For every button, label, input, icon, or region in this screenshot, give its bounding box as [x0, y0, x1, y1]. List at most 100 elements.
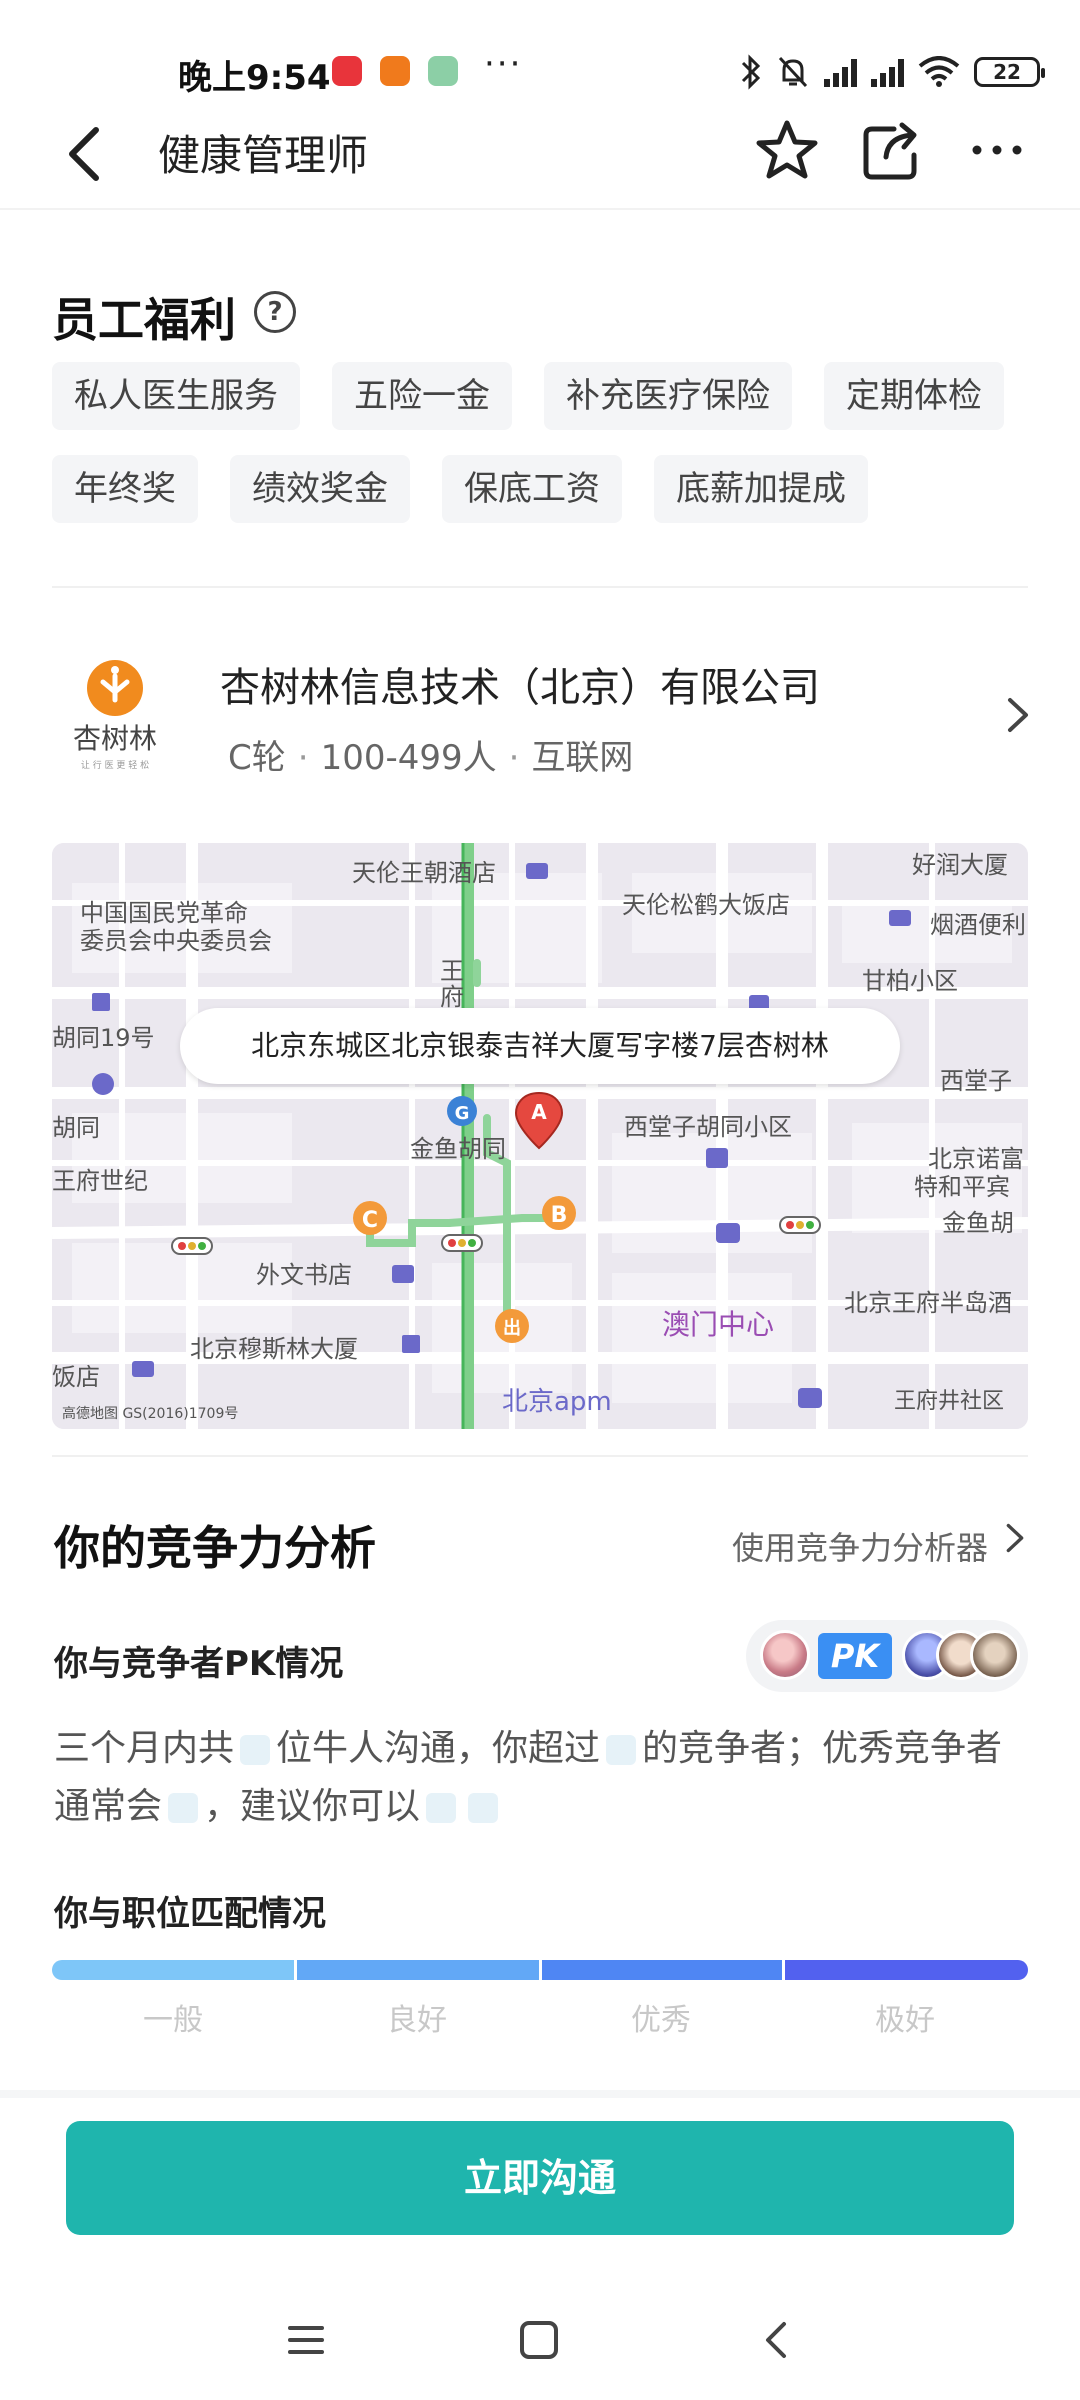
map-label: 外文书店 [256, 1261, 352, 1289]
back-arrow-icon[interactable] [56, 118, 116, 190]
status-time: 晚上9:54 [178, 58, 331, 98]
benefit-tags: 私人医生服务 五险一金 补充医疗保险 定期体检 年终奖 绩效奖金 保底工资 底薪… [52, 362, 1042, 523]
benefit-tag: 补充医疗保险 [544, 362, 792, 430]
summary-text: ，建议你可以 [204, 1786, 421, 1827]
benefit-tag: 保底工资 [442, 455, 622, 523]
map-label: 金鱼胡同 [410, 1135, 506, 1163]
map-label: 澳门中心 [662, 1308, 775, 1341]
match-level-label: 良好 [387, 2003, 447, 2038]
map-label: 王府井社区 [894, 1389, 1005, 1414]
avatar [970, 1630, 1020, 1680]
svg-text:A: A [531, 1100, 547, 1124]
page-title: 健康管理师 [158, 131, 369, 180]
more-options-icon[interactable] [962, 115, 1032, 185]
hidden-value [168, 1793, 199, 1823]
match-bar-segment [297, 1960, 539, 1980]
menu-icon[interactable] [276, 2310, 336, 2370]
company-funding: C轮 [228, 738, 286, 778]
map-label: 府 [440, 983, 464, 1011]
benefit-tag: 定期体检 [824, 362, 1004, 430]
map-label: 西堂子胡同小区 [624, 1113, 792, 1141]
map-label: 胡同19号 [52, 1024, 155, 1052]
svg-text:G: G [455, 1103, 470, 1124]
help-icon[interactable]: ? [254, 291, 296, 333]
map-label: 胡同 [52, 1114, 100, 1142]
map-label: 烟酒便利 [930, 911, 1026, 939]
chevron-right-icon [1008, 698, 1028, 732]
map-address-callout: 北京东城区北京银泰吉祥大厦写字楼7层杏树林 [180, 1008, 900, 1084]
avatar [760, 1630, 810, 1680]
divider [52, 1455, 1028, 1457]
map-label: 北京王府半岛酒 [844, 1289, 1012, 1317]
map-label: 北京穆斯林大厦 [190, 1335, 358, 1363]
competition-summary: 三个月内共 位牛人沟通，你超过 的竞争者；优秀竞争者 通常会 ，建议你可以 [54, 1720, 1034, 1836]
signal-1-icon [824, 57, 857, 87]
benefit-tag: 绩效奖金 [230, 455, 410, 523]
map-label: 北京apm [502, 1387, 612, 1417]
benefits-title: 员工福利 [52, 293, 236, 347]
benefit-tag: 底薪加提成 [654, 455, 868, 523]
system-back-icon[interactable] [746, 2310, 806, 2370]
svg-text:C: C [362, 1208, 378, 1233]
map-label: 好润大厦 [912, 851, 1008, 879]
bluetooth-icon [741, 54, 761, 90]
map-label: 王府世纪 [52, 1167, 148, 1195]
pk-title: 你与竞争者PK情况 [54, 1644, 344, 1684]
svg-text:出: 出 [503, 1317, 521, 1339]
summary-text: 通常会 [54, 1786, 163, 1827]
svg-text:B: B [551, 1203, 568, 1228]
company-size: 100-499人 [320, 738, 497, 778]
match-title: 你与职位匹配情况 [54, 1894, 326, 1934]
status-icons: 22 [740, 52, 1045, 92]
location-map[interactable]: C B 出 G A 天伦王朝酒店 好润大厦 中国国民党革命 委员会中央委员会 天… [52, 843, 1028, 1429]
company-name: 杏树林信息技术（北京）有限公司 [220, 665, 820, 711]
share-icon[interactable] [856, 115, 926, 185]
hidden-value [426, 1793, 457, 1823]
hidden-value [240, 1735, 271, 1765]
match-level-label: 一般 [143, 2003, 203, 2038]
map-label: 特和平宾 [914, 1173, 1010, 1201]
competition-analyzer-link[interactable]: 使用竞争力分析器 [732, 1523, 988, 1569]
signal-2-icon [871, 57, 904, 87]
apricot-tree-logo-icon: 杏树林 让 行 医 更 轻 松 [73, 660, 157, 771]
battery-icon: 22 [974, 57, 1045, 87]
star-icon[interactable] [752, 115, 822, 185]
mi-app-icon [380, 56, 410, 86]
map-label: 天伦松鹤大饭店 [622, 891, 790, 919]
company-industry: 互联网 [531, 738, 634, 778]
divider [52, 586, 1028, 588]
benefit-tag: 私人医生服务 [52, 362, 300, 430]
map-label: 饭店 [52, 1363, 100, 1391]
map-label: 金鱼胡 [942, 1209, 1014, 1237]
match-level-label: 优秀 [631, 2003, 691, 2038]
hidden-value [468, 1793, 499, 1823]
xiaohongshu-app-icon [332, 56, 362, 86]
map-label: 甘柏小区 [862, 967, 958, 995]
hidden-value [606, 1735, 637, 1765]
chevron-right-icon[interactable] [1000, 1515, 1030, 1561]
match-bar-segment [542, 1960, 782, 1980]
match-bar-segment [785, 1960, 1028, 1980]
summary-text: 的竞争者；优秀竞争者 [642, 1728, 1003, 1769]
competition-title: 你的竞争力分析 [54, 1521, 376, 1575]
company-logo: 杏树林 让 行 医 更 轻 松 [60, 656, 170, 776]
pk-badge: PK [818, 1633, 892, 1679]
competitor-avatars[interactable]: PK [746, 1620, 1028, 1692]
benefit-tag: 年终奖 [52, 455, 198, 523]
match-level-label: 极好 [875, 2003, 935, 2038]
chat-now-button[interactable]: 立即沟通 [66, 2121, 1014, 2235]
more-notifications-icon: ··· [484, 44, 523, 84]
map-label: 西堂子 [940, 1067, 1012, 1095]
benefit-tag: 五险一金 [332, 362, 512, 430]
match-bar-segment [52, 1960, 294, 1980]
logo-text: 杏树林 [73, 722, 157, 755]
map-provider-logo: 高德地图 GS(2016)1709号 [62, 1406, 239, 1422]
top-nav-bar: 健康管理师 [0, 100, 1080, 210]
home-icon[interactable] [509, 2310, 569, 2370]
mute-icon [778, 56, 808, 88]
company-meta: C轮 · 100-499人 · 互联网 [228, 738, 634, 778]
summary-text: 位牛人沟通，你超过 [276, 1728, 601, 1769]
map-label: 天伦王朝酒店 [352, 859, 496, 887]
wifi-icon [918, 56, 960, 87]
map-label: 委员会中央委员会 [80, 927, 272, 955]
